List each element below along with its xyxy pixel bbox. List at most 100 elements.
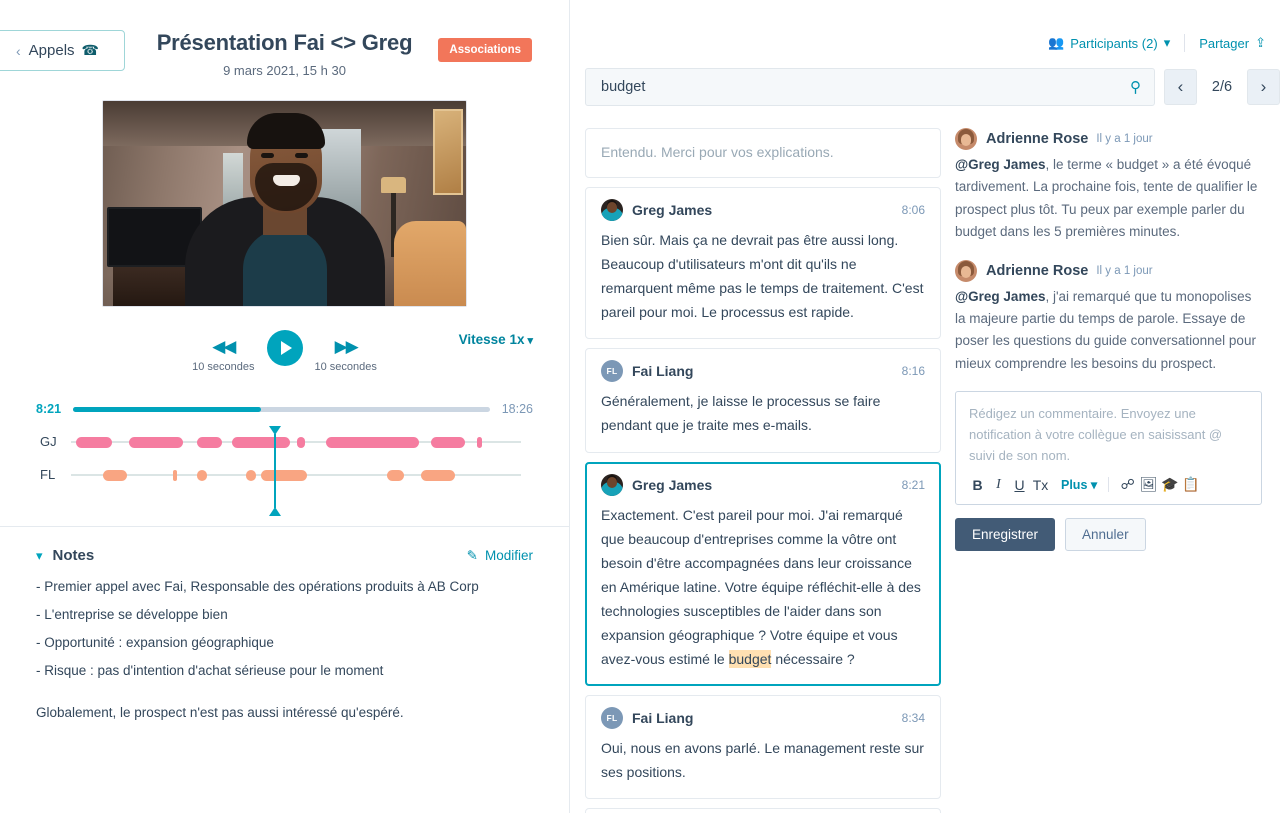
comment-timestamp: Il y a 1 jour: [1096, 133, 1153, 145]
transcript-message[interactable]: Greg James 8:21 Exactement. C'est pareil p…: [585, 461, 941, 687]
edit-notes-button[interactable]: ✎ Modifier: [467, 548, 533, 564]
note-spacer: [36, 689, 533, 703]
player-controls: ◀◀ 10 secondes ▶▶ 10 secondes Vitesse 1x…: [0, 330, 569, 380]
comment-text: @Greg James, le terme « budget » a été é…: [955, 157, 1258, 240]
transcript-message-partial[interactable]: Entendu. Merci pour vos explications.: [585, 128, 941, 179]
message-timestamp[interactable]: 8:16: [902, 364, 925, 378]
current-time: 8:21: [36, 402, 62, 416]
italic-icon[interactable]: I: [988, 474, 1009, 495]
rewind-10-button[interactable]: ◀◀ 10 secondes: [192, 338, 254, 373]
comment-mention[interactable]: @Greg James: [955, 157, 1045, 172]
search-result-counter: 2/6: [1211, 79, 1233, 95]
chevron-down-icon: ▾: [36, 547, 43, 563]
speech-segment: [75, 436, 113, 448]
transcript-list[interactable]: Entendu. Merci pour vos explications. Gre…: [585, 128, 941, 813]
avatar: [601, 473, 623, 496]
comment-input-placeholder[interactable]: Rédigez un commentaire. Envoyez une noti…: [956, 392, 1261, 470]
people-icon: 👥: [1048, 35, 1065, 50]
note-summary: Globalement, le prospect n'est pas aussi…: [36, 704, 404, 720]
editor-toolbar: B I U Tx Plus ▾ ☍ 🖼 🎓 📋: [956, 470, 1261, 504]
progress-bar[interactable]: [73, 406, 490, 412]
knowledge-icon[interactable]: 🎓: [1159, 474, 1180, 495]
search-icon[interactable]: ⚲: [1130, 78, 1141, 96]
comment: Adrienne Rose Il y a 1 jour @Greg James, j…: [955, 259, 1262, 376]
avatar: [955, 128, 977, 150]
comment-author: Adrienne Rose: [986, 262, 1089, 279]
progress-fill: [73, 406, 261, 412]
notes-title-group[interactable]: ▾ Notes: [36, 547, 94, 564]
notes-title: Notes: [52, 547, 95, 564]
avatar: [601, 199, 623, 222]
timeline-playhead[interactable]: [268, 426, 281, 516]
image-icon[interactable]: 🖼: [1138, 474, 1159, 495]
speaker-track-fl: FL: [36, 467, 533, 482]
speech-segment: [197, 469, 208, 481]
associations-badge[interactable]: Associations: [438, 38, 532, 62]
underline-icon[interactable]: U: [1009, 474, 1030, 495]
transcript-message[interactable]: Greg James8:39: [585, 808, 941, 813]
video-person-shirt: [243, 229, 327, 306]
play-button[interactable]: [266, 330, 303, 366]
back-button-label: Appels: [28, 42, 75, 59]
panel-top-links: 👥 Participants (2) ▾ Partager ⇪: [1034, 34, 1280, 52]
search-prev-button[interactable]: ‹: [1164, 69, 1197, 105]
back-to-calls-button[interactable]: ‹ Appels ☎: [0, 30, 125, 71]
chevron-left-icon: ‹: [16, 42, 21, 59]
call-video-player[interactable]: [102, 100, 467, 307]
speaker-segments-fl[interactable]: [71, 468, 521, 482]
save-comment-button[interactable]: Enregistrer: [955, 518, 1056, 552]
cancel-comment-button[interactable]: Annuler: [1065, 518, 1146, 552]
comment-header: Adrienne Rose Il y a 1 jour: [955, 259, 1262, 282]
transcript-message[interactable]: Greg James 8:06 Bien sûr. Mais ça ne devra…: [585, 187, 941, 340]
speech-segment: [246, 469, 256, 481]
speech-segment: [477, 436, 483, 448]
playback-speed-dropdown[interactable]: Vitesse 1x ▾: [459, 332, 533, 347]
comment-mention[interactable]: @Greg James: [955, 289, 1045, 304]
speech-segment: [129, 436, 183, 448]
clear-formatting-icon[interactable]: Tx: [1030, 474, 1051, 495]
transcript-message[interactable]: FL Fai Liang 8:16 Généralement, je laisse l…: [585, 348, 941, 453]
message-text: Bien sûr. Mais ça ne devrait pas être au…: [601, 232, 924, 321]
avatar: FL: [601, 360, 623, 383]
snippet-icon[interactable]: 📋: [1180, 474, 1201, 495]
participants-dropdown[interactable]: 👥 Participants (2) ▾: [1034, 35, 1184, 51]
search-input[interactable]: [599, 78, 1130, 96]
message-header: Greg James 8:21: [601, 473, 925, 496]
speaker-initials-gj: GJ: [40, 434, 57, 449]
search-box[interactable]: ⚲: [585, 68, 1155, 106]
chevron-down-icon: ▾: [1090, 478, 1098, 493]
message-timestamp[interactable]: 8:06: [902, 203, 925, 217]
message-speaker-name: Greg James: [632, 202, 713, 219]
more-formatting-dropdown[interactable]: Plus ▾: [1061, 477, 1097, 492]
forward-10-button[interactable]: ▶▶ 10 secondes: [315, 338, 377, 373]
edit-notes-label: Modifier: [484, 548, 533, 563]
speaker-segments-gj[interactable]: [71, 435, 521, 449]
message-text: Entendu. Merci pour vos explications.: [601, 144, 834, 160]
speech-segment: [431, 436, 466, 448]
speech-segment: [387, 469, 405, 481]
message-timestamp[interactable]: 8:34: [902, 711, 925, 725]
transcript-search-row: ⚲ ‹ 2/6 ›: [585, 68, 1280, 106]
message-timestamp[interactable]: 8:21: [902, 478, 925, 492]
transcript-message[interactable]: FL Fai Liang 8:34 Oui, nous en avons parlé.…: [585, 695, 941, 800]
search-next-button[interactable]: ›: [1247, 69, 1280, 105]
share-button[interactable]: Partager ⇪: [1185, 35, 1280, 51]
search-highlight: budget: [728, 650, 772, 669]
comment-actions: Enregistrer Annuler: [955, 518, 1262, 552]
notes-body: - Premier appel avec Fai, Responsable de…: [36, 577, 533, 724]
message-speaker-name: Greg James: [632, 476, 713, 493]
bold-icon[interactable]: B: [967, 474, 988, 495]
chevron-down-icon: ▾: [1163, 35, 1171, 50]
link-icon[interactable]: ☍: [1117, 474, 1138, 495]
progress-row: 8:21 18:26: [36, 402, 533, 416]
comment-editor[interactable]: Rédigez un commentaire. Envoyez une noti…: [955, 391, 1262, 506]
message-text: Exactement. C'est pareil pour moi. J'ai …: [601, 506, 921, 669]
participants-label: Participants (2): [1070, 35, 1158, 51]
video-person-hair: [247, 113, 325, 149]
comment: Adrienne Rose Il y a 1 jour @Greg James, l…: [955, 128, 1262, 244]
chevron-left-icon: ‹: [1177, 77, 1184, 96]
speech-segment: [231, 436, 290, 448]
message-speaker-name: Fai Liang: [632, 363, 694, 380]
comment-list: Adrienne Rose Il y a 1 jour @Greg James, l…: [955, 128, 1262, 375]
message-header: FL Fai Liang 8:34: [601, 707, 925, 730]
